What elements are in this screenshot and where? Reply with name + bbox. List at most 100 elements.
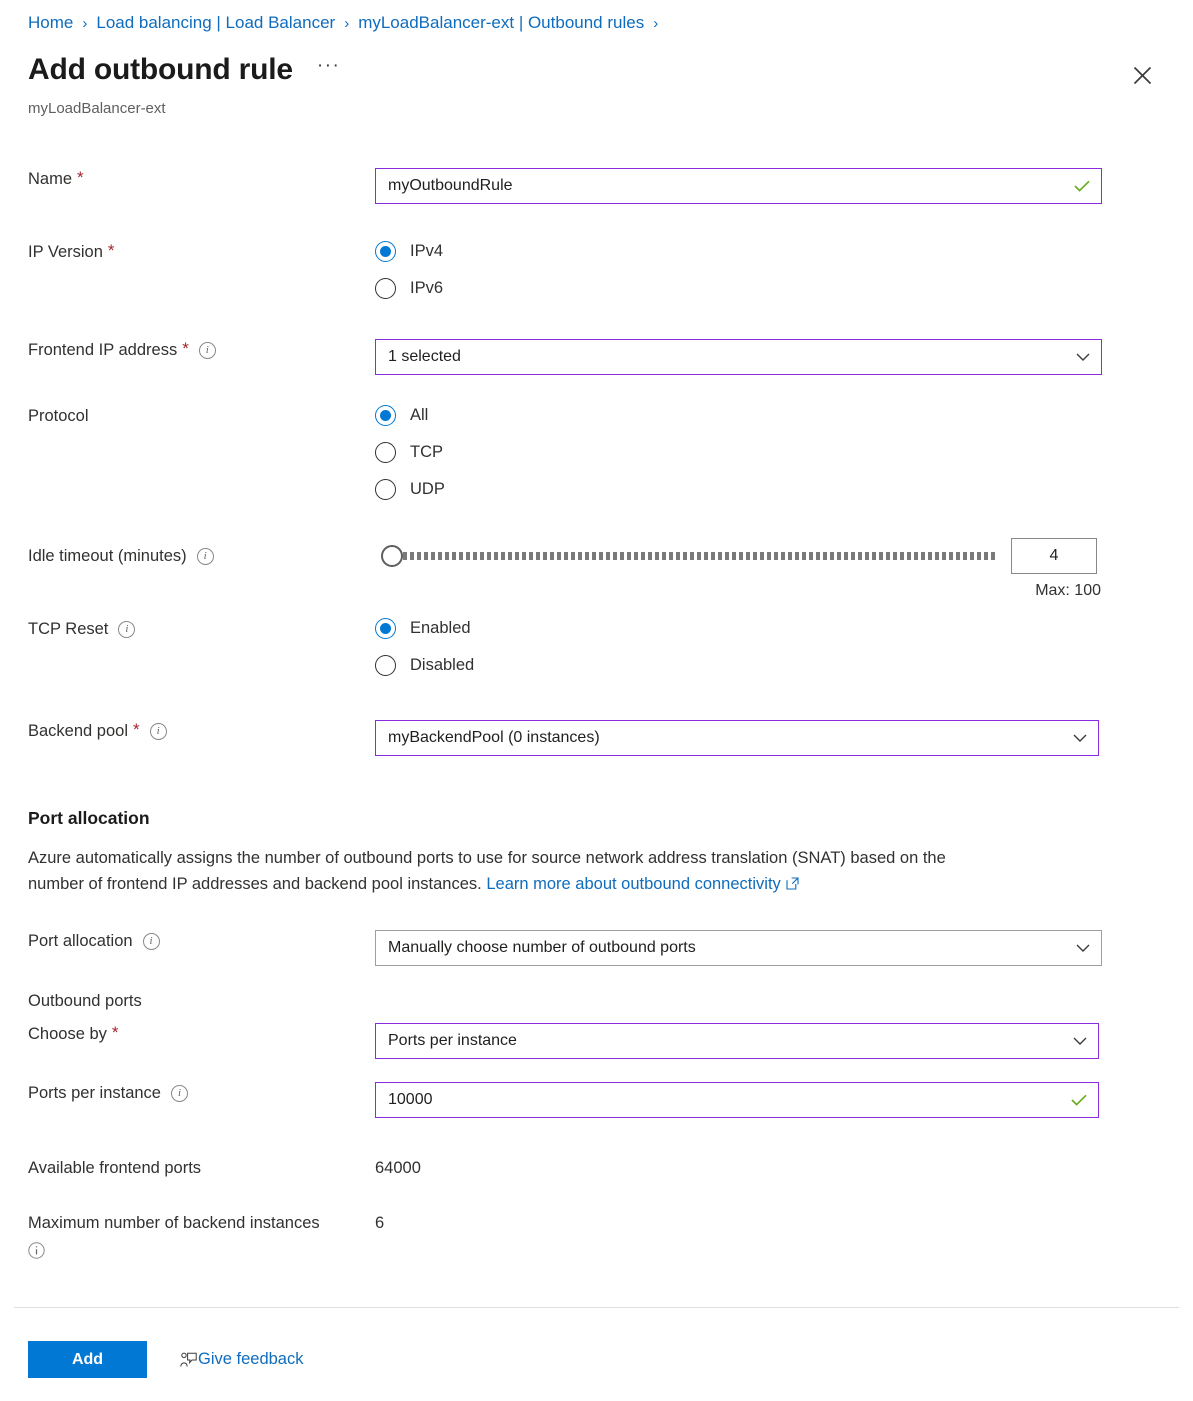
- idle-timeout-value: 4: [1049, 547, 1059, 564]
- section-description: Azure automatically assigns the number o…: [0, 845, 1030, 897]
- section-heading-port-allocation: Port allocation: [28, 808, 150, 828]
- ports-per-instance-input[interactable]: 10000: [375, 1082, 1099, 1118]
- radio-protocol-all[interactable]: All: [375, 405, 1193, 426]
- label-name-text: Name: [28, 170, 73, 188]
- label-max-backend-instances: Maximum number of backend instances: [0, 1212, 375, 1259]
- backend-pool-dropdown[interactable]: myBackendPool (0 instances): [375, 720, 1099, 756]
- field-row-ip-version: IP Version * IPv4 IPv6: [0, 241, 1193, 299]
- field-row-tcp-reset: TCP Reset i Enabled Disabled: [0, 618, 1193, 676]
- radio-protocol-tcp-label: TCP: [410, 443, 443, 461]
- idle-timeout-value-input[interactable]: 4: [1011, 538, 1097, 574]
- radio-ipv6[interactable]: IPv6: [375, 278, 1193, 299]
- radio-dot-icon: [375, 442, 396, 463]
- idle-timeout-max-note: Max: 100: [1035, 582, 1101, 599]
- info-icon[interactable]: i: [118, 621, 136, 638]
- info-icon[interactable]: i: [170, 1085, 188, 1102]
- info-icon[interactable]: [28, 1242, 375, 1259]
- radio-ipv4-label: IPv4: [410, 242, 444, 260]
- name-input-value: myOutboundRule: [388, 177, 513, 194]
- page-title: Add outbound rule: [28, 53, 293, 86]
- radio-ipv6-label: IPv6: [410, 279, 444, 297]
- radio-dot-selected-icon: [375, 618, 396, 639]
- breadcrumb-item-home[interactable]: Home: [28, 13, 73, 33]
- label-ports-per-instance: Ports per instance i: [0, 1082, 375, 1104]
- radio-protocol-udp-label: UDP: [410, 480, 445, 498]
- label-max-backend-instances-text: Maximum number of backend instances: [28, 1214, 320, 1232]
- protocol-radio-group: All TCP UDP: [375, 405, 1193, 500]
- field-row-frontend-ip: Frontend IP address * i 1 selected: [0, 339, 1193, 375]
- info-icon[interactable]: i: [149, 723, 167, 740]
- breadcrumb-item-load-balancing[interactable]: Load balancing | Load Balancer: [96, 13, 335, 33]
- label-port-allocation: Port allocation i: [0, 930, 375, 952]
- radio-tcp-reset-enabled[interactable]: Enabled: [375, 618, 1193, 639]
- radio-dot-icon: [375, 278, 396, 299]
- radio-protocol-all-label: All: [410, 406, 429, 424]
- footer-actions: Add Give feedback: [28, 1341, 303, 1378]
- radio-ipv4[interactable]: IPv4: [375, 241, 1193, 262]
- frontend-ip-dropdown-value: 1 selected: [388, 348, 461, 365]
- chevron-down-icon: [1076, 340, 1090, 374]
- radio-protocol-udp[interactable]: UDP: [375, 479, 1193, 500]
- required-asterisk: *: [107, 241, 115, 260]
- required-asterisk: *: [111, 1023, 119, 1042]
- label-choose-by-text: Choose by: [28, 1025, 107, 1043]
- slider-thumb[interactable]: [381, 545, 403, 567]
- give-feedback-link[interactable]: Give feedback: [180, 1350, 303, 1369]
- label-ip-version-text: IP Version: [28, 243, 103, 261]
- field-row-choose-by: Choose by * Ports per instance: [0, 1023, 1193, 1059]
- learn-more-link-text: Learn more about outbound connectivity: [486, 875, 781, 893]
- choose-by-dropdown[interactable]: Ports per instance: [375, 1023, 1099, 1059]
- radio-protocol-tcp[interactable]: TCP: [375, 442, 1193, 463]
- label-available-frontend-ports: Available frontend ports: [0, 1157, 375, 1179]
- label-frontend-ip-text: Frontend IP address: [28, 341, 178, 359]
- radio-dot-selected-icon: [375, 405, 396, 426]
- add-button[interactable]: Add: [28, 1341, 147, 1378]
- add-outbound-rule-form: Name * myOutboundRule IP Version * IPv4 …: [0, 160, 1193, 1259]
- label-choose-by: Choose by *: [0, 1023, 375, 1045]
- ports-per-instance-value: 10000: [388, 1091, 433, 1108]
- name-input[interactable]: myOutboundRule: [375, 168, 1102, 204]
- sub-heading-outbound-ports: Outbound ports: [28, 992, 142, 1010]
- radio-dot-icon: [375, 479, 396, 500]
- frontend-ip-dropdown[interactable]: 1 selected: [375, 339, 1102, 375]
- field-row-max-backend-instances: Maximum number of backend instances 6: [0, 1212, 1193, 1259]
- label-tcp-reset: TCP Reset i: [0, 618, 375, 640]
- radio-tcp-reset-disabled-label: Disabled: [410, 656, 475, 674]
- required-asterisk: *: [133, 720, 140, 739]
- learn-more-link[interactable]: Learn more about outbound connectivity: [486, 875, 780, 893]
- chevron-down-icon: [1073, 1024, 1087, 1058]
- label-idle-timeout-text: Idle timeout (minutes): [28, 547, 187, 565]
- idle-timeout-slider[interactable]: [375, 541, 995, 571]
- available-frontend-ports-value: 64000: [375, 1159, 421, 1177]
- feedback-person-icon: [180, 1352, 197, 1368]
- radio-dot-icon: [375, 655, 396, 676]
- slider-track: [403, 552, 995, 560]
- required-asterisk: *: [182, 339, 189, 358]
- radio-dot-selected-icon: [375, 241, 396, 262]
- radio-tcp-reset-enabled-label: Enabled: [410, 619, 471, 637]
- radio-tcp-reset-disabled[interactable]: Disabled: [375, 655, 1193, 676]
- label-available-frontend-ports-text: Available frontend ports: [28, 1159, 202, 1177]
- ip-version-radio-group: IPv4 IPv6: [375, 241, 1193, 299]
- breadcrumb-separator-icon: ›: [344, 14, 350, 32]
- info-icon[interactable]: i: [196, 548, 214, 565]
- page-subtitle: myLoadBalancer-ext: [28, 100, 166, 117]
- footer-divider: [14, 1307, 1179, 1308]
- field-row-idle-timeout: Idle timeout (minutes) i 4 Max: 100: [0, 538, 1193, 600]
- more-options-button[interactable]: ···: [313, 55, 344, 85]
- field-row-protocol: Protocol All TCP UDP: [0, 405, 1193, 500]
- backend-pool-dropdown-value: myBackendPool (0 instances): [388, 729, 600, 746]
- title-row: Add outbound rule ···: [28, 50, 344, 90]
- close-icon[interactable]: [1127, 60, 1157, 90]
- port-allocation-dropdown-value: Manually choose number of outbound ports: [388, 939, 696, 956]
- field-row-ports-per-instance: Ports per instance i 10000: [0, 1082, 1193, 1118]
- label-idle-timeout: Idle timeout (minutes) i: [0, 538, 375, 567]
- label-tcp-reset-text: TCP Reset: [28, 620, 109, 638]
- info-icon[interactable]: i: [142, 933, 160, 950]
- field-row-name: Name * myOutboundRule: [0, 168, 1193, 204]
- label-protocol-text: Protocol: [28, 407, 89, 425]
- port-allocation-dropdown[interactable]: Manually choose number of outbound ports: [375, 930, 1102, 966]
- breadcrumb-item-outbound-rules[interactable]: myLoadBalancer-ext | Outbound rules: [358, 13, 644, 33]
- label-protocol: Protocol: [0, 405, 375, 427]
- info-icon[interactable]: i: [198, 342, 216, 359]
